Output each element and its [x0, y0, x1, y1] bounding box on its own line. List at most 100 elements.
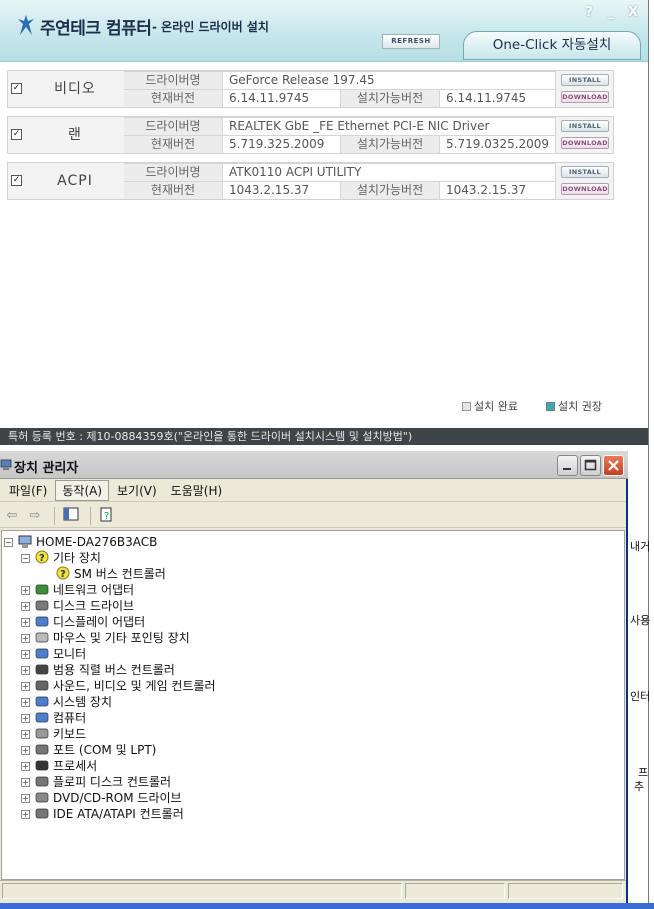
status-cell [2, 883, 402, 899]
tree-category[interactable]: + 플로피 디스크 컨트롤러 [21, 774, 171, 790]
collapse-toggle[interactable]: − [21, 553, 30, 563]
tree-category[interactable]: + 디스플레이 어댑터 [21, 614, 145, 630]
driver-row: ✓ 비디오 드라이버명 GeForce Release 197.45 현재버전 … [7, 70, 614, 108]
taskbar [0, 903, 654, 909]
tree-label: 디스크 드라이브 [53, 599, 135, 613]
current-version-value: 5.719.325.2009 [223, 136, 340, 153]
tree-label: 모니터 [53, 647, 87, 661]
side-label: 인터 [630, 690, 651, 703]
brand-name: 주연테크 컴퓨터 [40, 19, 152, 39]
monitor-icon [34, 647, 50, 661]
expand-toggle[interactable]: + [21, 729, 30, 739]
tree-category[interactable]: + IDE ATA/ATAPI 컨트롤러 [21, 806, 184, 822]
legend-recommended-label: 설치 권장 [558, 400, 602, 413]
tree-category[interactable]: + 모니터 [21, 646, 86, 662]
device-manager-window: 장치 관리자 파일(F) 동작(A) 보기(V) 도움말(H) ⇦ ⇨ ? − … [0, 451, 628, 903]
device-manager-window-controls [557, 455, 624, 476]
screen: 주연테크 컴퓨터 - 온라인 드라이버 설치 ? _ X REFRESH One… [0, 0, 654, 909]
expand-toggle[interactable]: + [21, 713, 30, 723]
help-button[interactable]: ? [580, 4, 598, 22]
device-manager-titlebar[interactable]: 장치 관리자 [0, 451, 628, 479]
expand-toggle[interactable]: + [21, 761, 30, 771]
installable-version-value: 6.14.11.9745 [440, 90, 555, 107]
expand-toggle[interactable]: + [21, 617, 30, 627]
one-click-install-button[interactable]: One-Click 자동설치 [463, 31, 641, 60]
expand-toggle[interactable]: + [21, 777, 30, 787]
driver-checkbox[interactable]: ✓ [11, 175, 22, 186]
expand-toggle[interactable]: + [21, 633, 30, 643]
usb-icon [34, 663, 50, 677]
expand-toggle[interactable]: + [21, 665, 30, 675]
computer-icon [17, 535, 33, 549]
expand-toggle[interactable]: + [21, 585, 30, 595]
driver-row: ✓ ACPI 드라이버명 ATK0110 ACPI UTILITY 현재버전 1… [7, 162, 614, 200]
computer-icon [34, 711, 50, 725]
properties-icon[interactable]: ? [97, 507, 117, 525]
tree-category[interactable]: + 사운드, 비디오 및 게임 컨트롤러 [21, 678, 216, 694]
driver-name-label: 드라이버명 [124, 118, 222, 135]
expand-toggle[interactable]: + [21, 681, 30, 691]
floppy-controller-icon [34, 775, 50, 789]
tree-category[interactable]: + 키보드 [21, 726, 86, 742]
back-arrow-icon[interactable]: ⇦ [2, 507, 22, 525]
tree-category[interactable]: + 네트워크 어댑터 [21, 582, 134, 598]
tree-label: 시스템 장치 [53, 695, 113, 709]
tree-category[interactable]: + 범용 직렬 버스 컨트롤러 [21, 662, 175, 678]
tree-root[interactable]: − HOME-DA276B3ACB [4, 534, 157, 550]
menu-file[interactable]: 파일(F) [3, 481, 53, 500]
tree-category[interactable]: + 포트 (COM 및 LPT) [21, 742, 156, 758]
download-button[interactable]: DOWNLOAD [561, 137, 609, 149]
expand-toggle[interactable]: + [21, 745, 30, 755]
current-version-label: 현재버전 [124, 136, 222, 153]
expand-toggle[interactable]: + [21, 809, 30, 819]
side-label: 사용 [630, 614, 651, 627]
side-label: 추 [634, 780, 645, 793]
download-button[interactable]: DOWNLOAD [561, 91, 609, 103]
install-button[interactable]: INSTALL [561, 166, 609, 178]
side-label: 내거 [630, 540, 651, 553]
install-button[interactable]: INSTALL [561, 74, 609, 86]
driver-actions: INSTALL DOWNLOAD [558, 117, 613, 153]
tree-category[interactable]: + 시스템 장치 [21, 694, 112, 710]
installer-window-controls: ? _ X [580, 4, 642, 22]
install-button[interactable]: INSTALL [561, 120, 609, 132]
tree-label: 프로세서 [53, 759, 98, 773]
svg-text:?: ? [60, 569, 66, 580]
collapse-toggle[interactable]: − [4, 537, 13, 547]
tree-category[interactable]: + DVD/CD-ROM 드라이브 [21, 790, 182, 806]
expand-toggle[interactable]: + [21, 697, 30, 707]
tree-category-other[interactable]: − ? 기타 장치 [21, 550, 101, 566]
legend-done-label: 설치 완료 [474, 400, 518, 413]
tree-device-sm-bus[interactable]: ? SM 버스 컨트롤러 [55, 566, 166, 582]
tree-category[interactable]: + 마우스 및 기타 포인팅 장치 [21, 630, 190, 646]
forward-arrow-icon[interactable]: ⇨ [25, 507, 45, 525]
legend-install-recommended: 설치 권장 [546, 398, 602, 414]
expand-toggle[interactable]: + [21, 649, 30, 659]
driver-category: 비디오 [54, 81, 96, 97]
tree-category[interactable]: + 디스크 드라이브 [21, 598, 134, 614]
download-button[interactable]: DOWNLOAD [561, 183, 609, 195]
maximize-button[interactable] [580, 455, 601, 476]
tree-label: 마우스 및 기타 포인팅 장치 [53, 631, 190, 645]
close-button[interactable]: X [624, 4, 642, 22]
tree-category[interactable]: + 프로세서 [21, 758, 97, 774]
menu-view[interactable]: 보기(V) [111, 481, 163, 500]
menu-action[interactable]: 동작(A) [55, 480, 110, 501]
driver-checkbox[interactable]: ✓ [11, 83, 22, 94]
driver-name-label: 드라이버명 [124, 72, 222, 89]
show-hide-console-tree-icon[interactable] [61, 507, 81, 525]
expand-toggle[interactable]: + [21, 601, 30, 611]
minimize-button[interactable] [557, 455, 578, 476]
patent-info-bar: 특허 등록 번호 : 제10-0884359호("온라인을 통한 드라이버 설치… [0, 428, 648, 445]
ide-controller-icon [34, 807, 50, 821]
driver-checkbox[interactable]: ✓ [11, 129, 22, 140]
expand-toggle[interactable]: + [21, 793, 30, 803]
menu-help[interactable]: 도움말(H) [165, 481, 229, 500]
driver-row: ✓ 랜 드라이버명 REALTEK GbE _FE Ethernet PCI-E… [7, 116, 614, 154]
minimize-button[interactable]: _ [602, 4, 620, 22]
tree-category[interactable]: + 컴퓨터 [21, 710, 86, 726]
keyboard-icon [34, 727, 50, 741]
driver-category: 랜 [68, 127, 82, 143]
refresh-button[interactable]: REFRESH [382, 34, 440, 49]
close-button[interactable] [603, 455, 624, 476]
